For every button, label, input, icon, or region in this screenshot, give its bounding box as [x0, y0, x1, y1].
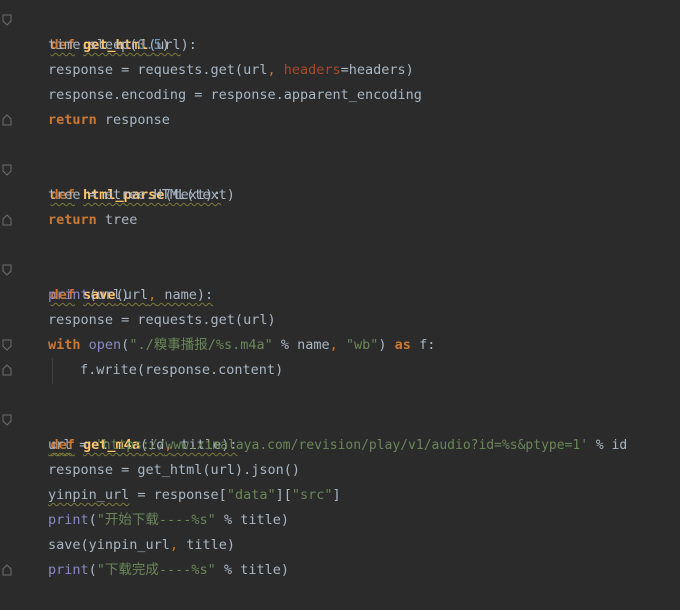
keyword: return — [48, 212, 97, 228]
code-line[interactable]: return response — [48, 108, 170, 133]
number-literal: 0.5 — [137, 37, 162, 53]
builtin-function: open — [88, 337, 122, 353]
comma: , — [169, 537, 179, 553]
code-text: % title) — [215, 512, 289, 528]
code-text: title) — [178, 537, 235, 553]
code-text: response = requests.get(url) — [48, 312, 276, 328]
code-line[interactable]: def get_m4a(id, title): — [18, 408, 238, 453]
keyword: with — [48, 337, 81, 353]
gutter — [0, 0, 16, 610]
code-line[interactable]: with open("./糗事播报/%s.m4a" % name, "wb") … — [48, 333, 435, 358]
code-text: =headers) — [340, 62, 414, 78]
code-line[interactable]: return tree — [48, 208, 137, 233]
code-line[interactable]: def get_html(url): — [18, 8, 197, 53]
code-text: response.encoding = response.apparent_en… — [48, 87, 422, 103]
fold-close-icon[interactable] — [2, 114, 12, 126]
code-editor[interactable]: def get_html(url): time.sleep(0.5) respo… — [0, 0, 680, 610]
code-text: % title) — [215, 562, 289, 578]
code-line[interactable]: yinpin_url = response["data"]["src"] — [48, 483, 341, 508]
code-text: response = requests.get(url — [48, 62, 268, 78]
code-text: ) — [161, 37, 170, 53]
builtin-function: print — [48, 287, 89, 303]
builtin-function: print — [48, 562, 89, 578]
code-line[interactable]: print("下载完成----%s" % title) — [48, 558, 289, 583]
fold-close-icon[interactable] — [2, 214, 12, 226]
fold-open-icon[interactable] — [2, 164, 12, 176]
code-text: (url) — [88, 287, 130, 303]
code-line[interactable]: time.sleep(0.5) — [48, 33, 170, 58]
builtin-function: print — [48, 512, 89, 528]
fold-close-icon[interactable] — [2, 364, 12, 376]
code-text: tree = etree.HTML(text) — [48, 187, 235, 203]
string-literal: "./糗事播报/%s.m4a" — [129, 337, 273, 353]
keyword: as — [394, 337, 411, 353]
variable: url — [48, 438, 72, 453]
code-line[interactable]: response = get_html(url).json() — [48, 458, 300, 483]
code-line[interactable]: def save(url, name): — [18, 258, 214, 303]
code-text: ): — [180, 37, 197, 53]
code-text: % id — [588, 438, 628, 453]
fold-open-icon[interactable] — [2, 264, 12, 276]
string-literal: "下载完成----%s" — [96, 562, 216, 578]
code-text: f.write(response.content) — [80, 362, 284, 378]
code-line[interactable]: print(url) — [48, 283, 129, 308]
code-text: response — [96, 112, 170, 128]
code-text: save(yinpin_url — [48, 537, 170, 553]
string-literal: 'https://www.ximalaya.com/revision/play/… — [94, 438, 589, 453]
string-literal: "wb" — [337, 337, 379, 353]
code-line[interactable]: f.write(response.content) — [80, 358, 283, 383]
code-line[interactable]: def html_parse(text): — [18, 158, 222, 203]
string-literal: "src" — [291, 487, 333, 503]
code-line[interactable]: print("开始下载----%s" % title) — [48, 508, 289, 533]
fold-open-icon[interactable] — [2, 14, 12, 26]
code-line[interactable]: url = 'https://www.ximalaya.com/revision… — [48, 433, 627, 458]
code-line[interactable]: save(yinpin_url, title) — [48, 533, 235, 558]
comma: , — [329, 337, 338, 353]
code-text: ) — [378, 337, 395, 353]
code-text: % name — [272, 337, 330, 353]
code-text: ] — [332, 487, 341, 503]
code-line[interactable]: tree = etree.HTML(text) — [48, 183, 235, 208]
keyword-argument: headers — [283, 62, 341, 78]
string-literal: "开始下载----%s" — [96, 512, 216, 528]
code-text: tree — [96, 212, 138, 228]
code-text: = — [71, 438, 95, 453]
code-text: ][ — [275, 487, 292, 503]
indent-guide — [52, 358, 53, 384]
keyword: return — [48, 112, 97, 128]
param: name — [156, 287, 197, 303]
comma: , — [148, 287, 157, 303]
code-text: f: — [410, 337, 436, 353]
code-text: response = get_html(url).json() — [48, 462, 300, 478]
code-text: = response[ — [129, 487, 227, 503]
code-text: ( — [88, 562, 97, 578]
string-literal: "data" — [226, 487, 276, 503]
code-text: ( — [88, 512, 97, 528]
code-line[interactable]: response = requests.get(url, headers=hea… — [48, 58, 414, 83]
fold-open-icon[interactable] — [2, 414, 12, 426]
code-line[interactable]: response.encoding = response.apparent_en… — [48, 83, 422, 108]
code-line[interactable]: response = requests.get(url) — [48, 308, 276, 333]
code-text: time.sleep( — [48, 37, 138, 53]
fold-open-icon[interactable] — [2, 339, 12, 351]
fold-close-icon[interactable] — [2, 564, 12, 576]
variable: yinpin_url — [48, 487, 130, 503]
code-text: ): — [196, 287, 214, 303]
comma: , — [267, 62, 276, 78]
